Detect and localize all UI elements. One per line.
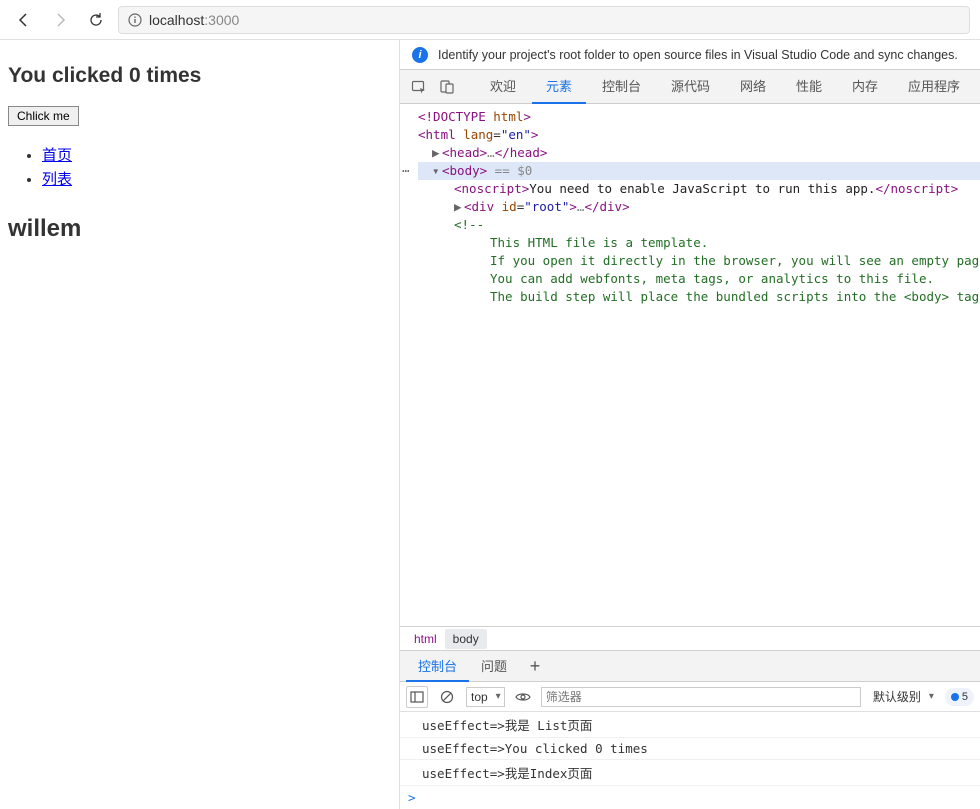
drawer-tab-console[interactable]: 控制台 bbox=[406, 650, 469, 682]
reload-button[interactable] bbox=[82, 6, 110, 34]
page-content: You clicked 0 times Chlick me 首页 列表 will… bbox=[0, 40, 400, 809]
tab-network[interactable]: 网络 bbox=[726, 70, 780, 104]
device-toggle-icon[interactable] bbox=[434, 74, 460, 100]
arrow-left-icon bbox=[16, 12, 32, 28]
live-expression-icon[interactable] bbox=[513, 687, 533, 707]
dom-node[interactable]: ▶<div id="root">…</div> bbox=[418, 198, 980, 216]
info-icon: i bbox=[412, 47, 428, 63]
address-bar[interactable]: localhost:3000 bbox=[118, 6, 970, 34]
devtools: i Identify your project's root folder to… bbox=[400, 40, 980, 809]
reload-icon bbox=[88, 12, 104, 28]
devtools-tabs: 欢迎 元素 控制台 源代码 网络 性能 内存 应用程序 bbox=[400, 70, 980, 104]
info-bar-text: Identify your project's root folder to o… bbox=[438, 48, 958, 62]
nav-link-home[interactable]: 首页 bbox=[42, 147, 72, 164]
dom-comment-line: If you open it directly in the browser, … bbox=[418, 252, 980, 270]
dom-node[interactable]: ▶<head>…</head> bbox=[418, 144, 980, 162]
back-button[interactable] bbox=[10, 6, 38, 34]
breadcrumb: html body bbox=[400, 626, 980, 650]
tab-memory[interactable]: 内存 bbox=[838, 70, 892, 104]
badge-count: 5 bbox=[962, 691, 968, 703]
console-message[interactable]: useEffect=>我是Index页面 bbox=[400, 760, 980, 786]
console-message[interactable]: useEffect=>我是 List页面 bbox=[400, 712, 980, 738]
click-count-heading: You clicked 0 times bbox=[8, 64, 391, 88]
browser-toolbar: localhost:3000 bbox=[0, 0, 980, 40]
tab-application[interactable]: 应用程序 bbox=[894, 70, 974, 104]
drawer-tabs: 控制台 问题 + bbox=[400, 650, 980, 682]
list-item: 列表 bbox=[42, 168, 391, 189]
dom-comment-line: You can add webfonts, meta tags, or anal… bbox=[418, 270, 980, 288]
devtools-info-bar[interactable]: i Identify your project's root folder to… bbox=[400, 40, 980, 70]
tab-elements[interactable]: 元素 bbox=[532, 70, 586, 104]
context-select[interactable]: top bbox=[466, 687, 505, 707]
clear-console-icon[interactable] bbox=[436, 686, 458, 708]
console-prompt[interactable]: > bbox=[400, 786, 980, 809]
tab-console[interactable]: 控制台 bbox=[588, 70, 655, 104]
add-drawer-tab-button[interactable]: + bbox=[523, 654, 547, 678]
sidebar-toggle-icon[interactable] bbox=[406, 686, 428, 708]
inspect-element-icon[interactable] bbox=[406, 74, 432, 100]
forward-button[interactable] bbox=[46, 6, 74, 34]
click-me-button[interactable]: Chlick me bbox=[8, 106, 79, 126]
filter-input[interactable] bbox=[541, 687, 861, 707]
drawer-tab-issues[interactable]: 问题 bbox=[469, 650, 519, 682]
dom-node[interactable]: <!DOCTYPE html> bbox=[418, 108, 980, 126]
dom-comment-line: This HTML file is a template. bbox=[418, 234, 980, 252]
chevron-right-icon: > bbox=[408, 790, 416, 805]
tab-performance[interactable]: 性能 bbox=[782, 70, 836, 104]
address-text: localhost:3000 bbox=[149, 12, 239, 28]
console-toolbar: top 默认级别 5 bbox=[400, 682, 980, 712]
console-messages: useEffect=>我是 List页面 useEffect=>You clic… bbox=[400, 712, 980, 786]
list-item: 首页 bbox=[42, 144, 391, 165]
name-heading: willem bbox=[8, 215, 391, 243]
console-message[interactable]: useEffect=>You clicked 0 times bbox=[400, 738, 980, 760]
dom-tree[interactable]: <!DOCTYPE html> <html lang="en"> ▶<head>… bbox=[400, 104, 980, 626]
nav-list: 首页 列表 bbox=[42, 144, 391, 189]
tab-welcome[interactable]: 欢迎 bbox=[476, 70, 530, 104]
tab-sources[interactable]: 源代码 bbox=[657, 70, 724, 104]
breadcrumb-html[interactable]: html bbox=[406, 629, 445, 649]
dom-node-selected[interactable]: ⋯▾<body> == $0 bbox=[418, 162, 980, 180]
breadcrumb-body[interactable]: body bbox=[445, 629, 487, 649]
arrow-right-icon bbox=[52, 12, 68, 28]
info-circle-icon bbox=[127, 12, 143, 28]
dom-node[interactable]: <html lang="en"> bbox=[418, 126, 980, 144]
dom-comment-line: The build step will place the bundled sc… bbox=[418, 288, 980, 306]
issues-badge[interactable]: 5 bbox=[945, 688, 974, 706]
nav-link-list[interactable]: 列表 bbox=[42, 171, 72, 188]
dom-node[interactable]: <noscript>You need to enable JavaScript … bbox=[418, 180, 980, 198]
dom-comment[interactable]: <!-- bbox=[418, 216, 980, 234]
badge-dot-icon bbox=[951, 693, 959, 701]
log-level-select[interactable]: 默认级别 bbox=[869, 687, 937, 707]
